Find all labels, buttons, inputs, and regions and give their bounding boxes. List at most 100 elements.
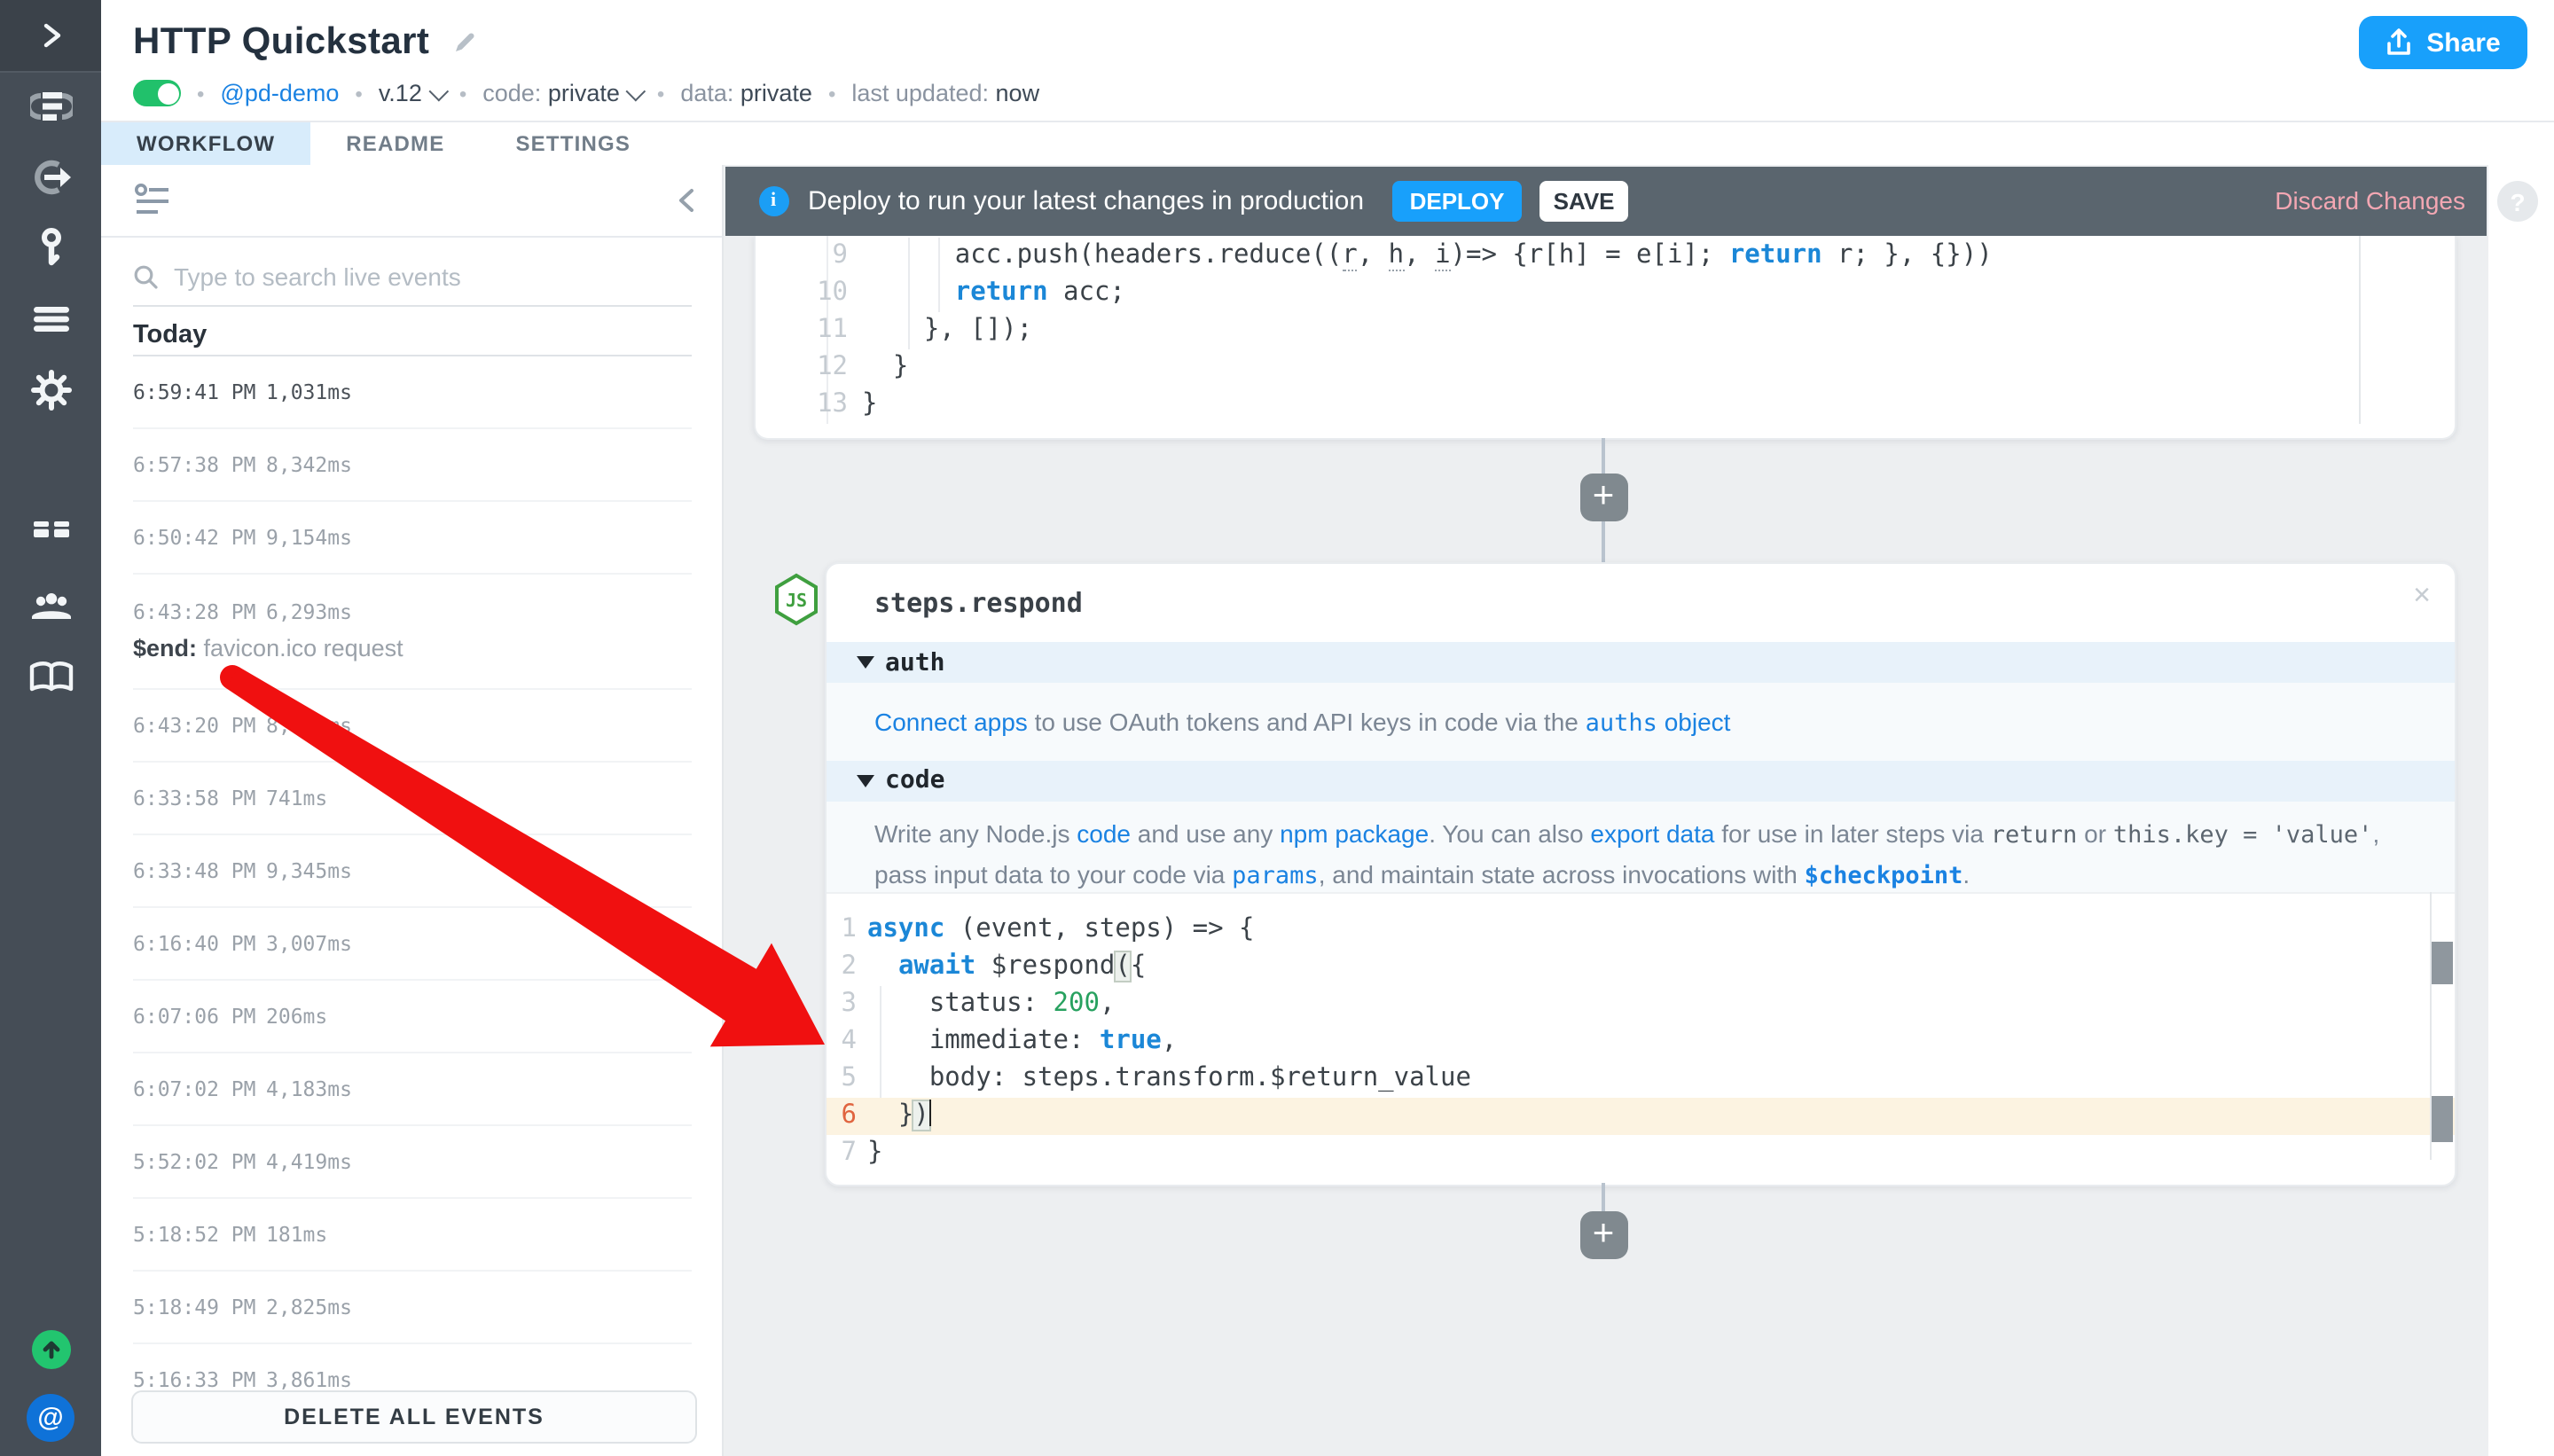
auth-section-body: Connect apps to use OAuth tokens and API… — [827, 683, 2454, 760]
expand-sidebar-button[interactable] — [0, 0, 101, 73]
sidebar-item-event-sources[interactable] — [0, 142, 101, 213]
dot-separator: • — [355, 81, 362, 106]
auth-description: Connect apps to use OAuth tokens and API… — [874, 702, 1730, 743]
respond-code-editor[interactable]: 1async (event, steps) => {2 await $respo… — [827, 892, 2454, 1172]
event-row[interactable]: 6:07:06 PM206ms — [133, 978, 692, 1051]
share-upload-icon — [2386, 28, 2412, 57]
auth-section-header[interactable]: auth — [827, 642, 2454, 683]
support-button[interactable]: @ — [27, 1394, 74, 1442]
changelog-button[interactable] — [31, 1330, 70, 1369]
chevron-down-icon — [428, 82, 449, 102]
code-editor[interactable]: 9 acc.push(headers.reduce((r, h, i)=> {r… — [756, 237, 2429, 423]
left-icon-rail: @ — [0, 0, 101, 1456]
doc-link[interactable]: export data — [1590, 818, 1714, 847]
deploy-button[interactable]: DEPLOY — [1392, 181, 1522, 222]
doc-link[interactable]: code — [1077, 818, 1131, 847]
events-group-label: Today — [133, 320, 692, 356]
sidebar-item-workflows[interactable] — [0, 71, 101, 142]
data-stores-icon — [29, 301, 72, 337]
last-updated: last updated: now — [851, 80, 1039, 106]
dot-separator: • — [459, 81, 466, 106]
scrollbar-thumb[interactable] — [2432, 942, 2453, 984]
data-visibility: data: private — [680, 80, 812, 106]
doc-link[interactable]: $checkpoint — [1805, 861, 1963, 889]
help-button[interactable]: ? — [2497, 181, 2538, 222]
sidebar-item-docs[interactable] — [0, 642, 101, 713]
info-icon: i — [758, 186, 788, 216]
sidebar-item-settings[interactable] — [0, 355, 101, 426]
code-section-body: Write any Node.js code and use any npm p… — [827, 801, 2454, 894]
auth-section-label: auth — [885, 648, 944, 677]
doc-link[interactable]: params — [1232, 861, 1319, 889]
community-icon — [27, 589, 74, 624]
search-placeholder: Type to search live events — [174, 262, 461, 290]
dot-separator: • — [828, 81, 835, 106]
event-list: 6:59:41 PM1,031ms6:57:38 PM8,342ms6:50:4… — [101, 356, 722, 1414]
doc-link[interactable]: npm package — [1280, 818, 1429, 847]
share-label: Share — [2426, 27, 2500, 58]
respond-step-card: JS steps.respond × auth Connect apps to … — [825, 562, 2456, 1186]
add-step-button[interactable]: + — [1579, 1210, 1627, 1258]
scrollbar-thumb[interactable] — [2432, 1096, 2453, 1142]
code-lines: 1async (event, steps) => {2 await $respo… — [827, 912, 2454, 1172]
event-row[interactable]: 5:18:49 PM2,825ms — [133, 1269, 692, 1342]
filter-events-icon[interactable] — [133, 182, 172, 217]
chevron-down-icon — [626, 82, 646, 102]
event-row[interactable]: 6:43:28 PM6,293ms$end: favicon.ico reque… — [133, 572, 692, 687]
event-row[interactable]: 6:07:02 PM4,183ms — [133, 1051, 692, 1123]
close-step-icon[interactable]: × — [2413, 578, 2431, 614]
sidebar-item-keys[interactable] — [0, 213, 101, 284]
add-step-button[interactable]: + — [1579, 473, 1627, 521]
nodejs-hexagon-icon: JS — [773, 573, 819, 635]
step-connector-line — [1601, 1183, 1604, 1213]
triangle-down-icon — [857, 774, 874, 787]
deploy-banner-message: Deploy to run your latest changes in pro… — [808, 186, 1364, 216]
svg-text:JS: JS — [786, 590, 807, 611]
event-row[interactable]: 6:57:38 PM8,342ms — [133, 427, 692, 499]
edit-title-pencil-icon[interactable] — [450, 29, 477, 56]
event-row[interactable]: 5:52:02 PM4,419ms — [133, 1123, 692, 1196]
event-row[interactable]: 6:33:58 PM741ms — [133, 760, 692, 833]
sidebar-item-data-stores[interactable] — [0, 284, 101, 355]
sidebar-item-apps[interactable] — [0, 500, 101, 571]
tab-readme[interactable]: README — [310, 122, 480, 166]
event-row[interactable]: 6:33:48 PM9,345ms — [133, 833, 692, 905]
docs-book-icon — [27, 660, 74, 695]
tab-workflow[interactable]: WORKFLOW — [101, 122, 310, 166]
event-row[interactable]: 6:43:20 PM8, ms — [133, 687, 692, 760]
workflows-icon — [29, 87, 72, 126]
code-visibility-dropdown[interactable]: code: private — [482, 80, 641, 106]
event-row[interactable]: 6:50:42 PM9,154ms — [133, 499, 692, 572]
deploy-banner: i Deploy to run your latest changes in p… — [725, 167, 2487, 235]
search-icon — [133, 263, 158, 288]
doc-link[interactable]: object — [1657, 708, 1731, 736]
workflow-header: HTTP Quickstart • @pd-demo • v.12 • code… — [101, 0, 2554, 121]
support-at-icon: @ — [37, 1403, 63, 1433]
save-button[interactable]: SAVE — [1539, 181, 1628, 222]
changelog-up-icon — [40, 1339, 61, 1360]
tab-settings[interactable]: SETTINGS — [480, 122, 666, 166]
code-section-header[interactable]: code — [827, 760, 2454, 801]
discard-changes-link[interactable]: Discard Changes — [2275, 187, 2465, 215]
sidebar-item-community[interactable] — [0, 571, 101, 642]
share-button[interactable]: Share — [2359, 16, 2527, 69]
step-name[interactable]: steps.respond — [874, 587, 1083, 619]
pipedream-workflow-editor: @ HTTP Quickstart • @pd-demo • v.12 • co… — [0, 0, 2554, 1456]
owner-link[interactable]: @pd-demo — [220, 80, 339, 106]
step-header: JS steps.respond × — [827, 564, 2454, 642]
delete-all-events-button[interactable]: DELETE ALL EVENTS — [131, 1390, 697, 1444]
event-row[interactable]: 6:16:40 PM3,007ms — [133, 905, 692, 978]
doc-link[interactable]: auths — [1586, 709, 1657, 738]
dot-separator: • — [197, 81, 204, 106]
search-events-input[interactable]: Type to search live events — [133, 247, 692, 306]
event-row[interactable]: 5:18:52 PM181ms — [133, 1196, 692, 1269]
workflow-canvas: i Deploy to run your latest changes in p… — [723, 164, 2487, 1456]
version-dropdown[interactable]: v.12 — [379, 80, 443, 106]
event-row[interactable]: 6:59:41 PM1,031ms — [133, 356, 692, 427]
workflow-active-toggle[interactable] — [133, 80, 181, 106]
tab-bar: WORKFLOWREADMESETTINGS — [101, 121, 2554, 166]
doc-link[interactable]: Connect apps — [874, 708, 1028, 736]
page-title: HTTP Quickstart — [133, 21, 429, 64]
transform-step-card: 9 acc.push(headers.reduce((r, h, i)=> {r… — [754, 235, 2456, 439]
collapse-panel-chevron-icon[interactable] — [676, 187, 697, 212]
